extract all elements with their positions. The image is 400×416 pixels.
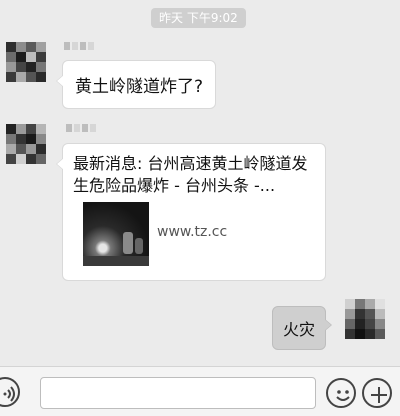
- voice-icon: [3, 386, 15, 402]
- chat-input-bar: [0, 366, 400, 416]
- sender-name-blurred: [66, 122, 96, 134]
- link-card-domain: www.tz.cc: [157, 224, 228, 240]
- plus-icon: [371, 387, 387, 403]
- self-avatar[interactable]: [345, 299, 385, 339]
- contact-avatar[interactable]: [6, 42, 46, 82]
- message-input[interactable]: [40, 377, 316, 409]
- sender-name-blurred: [64, 40, 94, 52]
- more-actions-button[interactable]: [362, 378, 392, 408]
- timestamp-pill: 昨天 下午9:02: [151, 8, 246, 28]
- link-card-title: 最新消息: 台州高速黄土岭隧道发生危险品爆炸 - 台州头条 -...: [73, 154, 308, 195]
- contact-avatar[interactable]: [6, 124, 46, 164]
- emoji-button[interactable]: [326, 378, 356, 408]
- emoji-icon: [336, 390, 350, 401]
- link-card-message[interactable]: 最新消息: 台州高速黄土岭隧道发生危险品爆炸 - 台州头条 -... www.t…: [56, 143, 326, 281]
- message-bubble-sent[interactable]: 火灾: [272, 306, 333, 350]
- message-bubble-received[interactable]: 黄土岭隧道炸了?: [55, 60, 217, 109]
- link-card-thumbnail: [83, 202, 149, 266]
- voice-button[interactable]: [0, 377, 20, 407]
